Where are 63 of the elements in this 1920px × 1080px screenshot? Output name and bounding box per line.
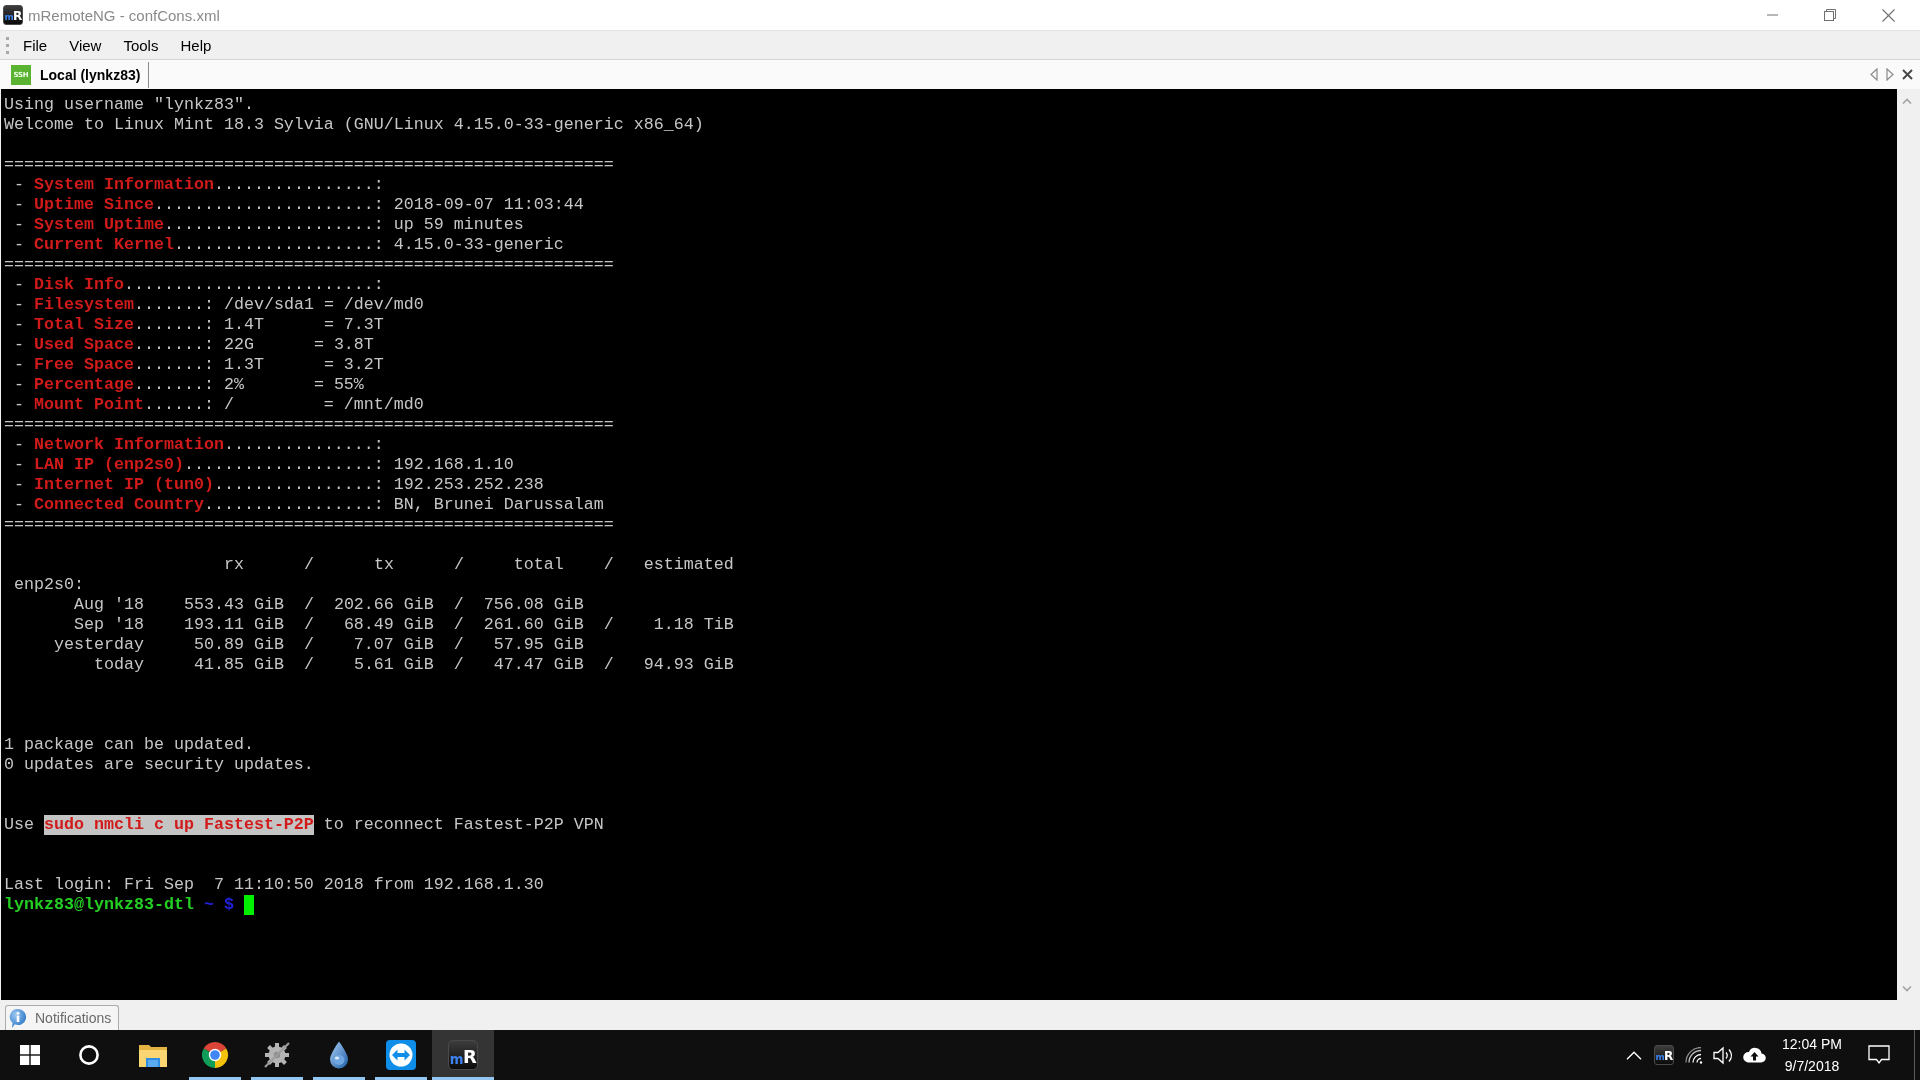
taskbar-button[interactable]: mR: [432, 1030, 494, 1080]
terminal-line: today 41.85 GiB / 5.61 GiB / 47.47 GiB / 94.93 GiB: [94, 655, 734, 675]
clock-date[interactable]: 9/7/2018: [1784, 1056, 1840, 1076]
terminal-line: Using username "lynkz83".: [4, 95, 254, 115]
clock-time[interactable]: 12:04 PM: [1782, 1034, 1842, 1054]
folder-icon: [139, 1043, 167, 1067]
terminal-line: lynkz83@lynkz83-dtl ~ $: [4, 895, 234, 915]
terminal-line: - System Uptime.....................: up 59 minutes: [14, 215, 524, 235]
double-arrow-icon: [386, 1040, 416, 1070]
terminal-line: rx / tx / total / estimated: [224, 555, 734, 575]
triangle-left-icon[interactable]: [1870, 68, 1878, 81]
terminal-line: - Internet IP (tun0)................: 192.253.252.238: [14, 475, 544, 495]
terminal-line: - Network Information...............:: [14, 435, 384, 455]
terminal-line: - Uptime Since......................: 2018-09-07 11:03:44: [14, 195, 584, 215]
terminal-line: - Total Size.......: 1.4T = 7.3T: [14, 315, 384, 335]
gear-icon: [262, 1040, 292, 1070]
segmented-circle-icon: [201, 1041, 229, 1069]
terminal-line: =============================================================: [4, 515, 614, 535]
app-logo: mR: [448, 1040, 478, 1070]
menu-item[interactable]: Help: [169, 33, 223, 57]
terminal-line: 0 updates are security updates.: [4, 755, 314, 775]
terminal-line: - Filesystem.......: /dev/sda1 = /dev/md0: [14, 295, 424, 315]
close-icon[interactable]: [1902, 69, 1913, 80]
menu-item[interactable]: View: [58, 33, 113, 57]
speech-bubble-icon[interactable]: [1868, 1045, 1890, 1065]
terminal-line: - Disk Info.........................:: [14, 275, 384, 295]
notifications-tab[interactable]: Notifications: [5, 1005, 120, 1030]
terminal-line: - Current Kernel....................: 4.15.0-33-generic: [14, 235, 564, 255]
terminal-line: - Percentage.......: 2% = 55%: [14, 375, 364, 395]
menu-item[interactable]: File: [12, 33, 59, 57]
terminal-line: - Connected Country.................: BN, Brunei Darussalam: [14, 495, 604, 515]
app-logo: mR: [3, 5, 23, 25]
terminal-line: =============================================================: [4, 415, 614, 435]
terminal-line: - LAN IP (enp2s0)...................: 192.168.1.10: [14, 455, 514, 475]
terminal-screen[interactable]: [1, 89, 1897, 1000]
terminal-line: =============================================================: [4, 155, 614, 175]
app-logo: mR: [1654, 1045, 1674, 1065]
terminal-line: 1 package can be updated.: [4, 735, 254, 755]
terminal-line: - System Information................:: [14, 175, 384, 195]
window-title: mRemoteNG - confCons.xml: [28, 6, 220, 24]
wifi-icon[interactable]: [1685, 1046, 1703, 1064]
terminal-line: Welcome to Linux Mint 18.3 Sylvia (GNU/Linux 4.15.0-33-generic x86_64): [4, 115, 704, 135]
speaker-icon[interactable]: [1713, 1045, 1735, 1065]
grip-icon: [6, 36, 9, 54]
terminal-line: Use sudo nmcli c up Fastest-P2P to reconnect Fastest-P2P VPN: [4, 815, 604, 835]
cloud-upload-icon[interactable]: [1742, 1047, 1766, 1063]
terminal-line: - Free Space.......: 1.3T = 3.2T: [14, 355, 384, 375]
ring-icon[interactable]: [79, 1045, 99, 1065]
terminal-line: - Used Space.......: 22G = 3.8T: [14, 335, 374, 355]
menu-item[interactable]: Tools: [112, 33, 170, 57]
terminal-line: =============================================================: [4, 255, 614, 275]
triangle-right-icon[interactable]: [1886, 68, 1894, 81]
terminal-line: yesterday 50.89 GiB / 7.07 GiB / 57.95 GiB: [54, 635, 584, 655]
droplet-icon: [329, 1041, 349, 1069]
terminal-line: - Mount Point......: / = /mnt/md0: [14, 395, 424, 415]
terminal-line: Sep '18 193.11 GiB / 68.49 GiB / 261.60 GiB / 1.18 TiB: [74, 615, 734, 635]
four-panes-icon[interactable]: [20, 1045, 40, 1065]
terminal-line: Aug '18 553.43 GiB / 202.66 GiB / 756.08 GiB: [74, 595, 584, 615]
close-icon[interactable]: [1881, 8, 1895, 22]
terminal-line: enp2s0:: [14, 575, 84, 595]
terminal-line: Last login: Fri Sep 7 11:10:50 2018 from 192.168.1.30: [4, 875, 544, 895]
restore-icon[interactable]: [1824, 9, 1836, 21]
info-icon: [9, 1007, 27, 1029]
